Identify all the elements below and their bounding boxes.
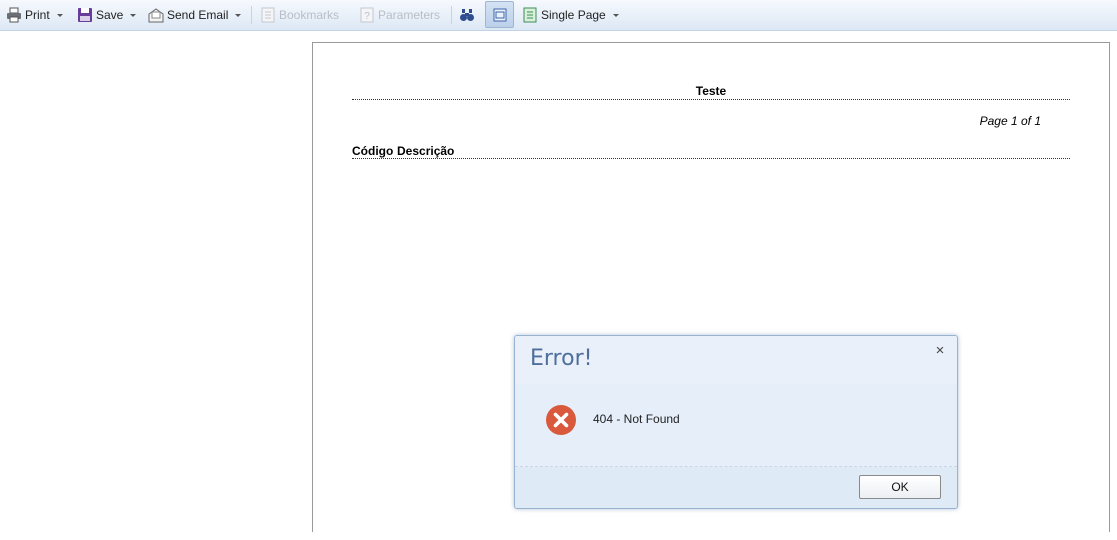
toolbar-divider: [251, 6, 252, 24]
ok-button[interactable]: OK: [859, 475, 941, 499]
parameters-icon: ?: [360, 7, 374, 23]
view-mode-dropdown[interactable]: Single Page: [522, 3, 619, 27]
print-label: Print: [25, 8, 50, 22]
column-header-descricao: Descrição: [397, 144, 455, 158]
find-button[interactable]: [459, 3, 478, 27]
parameters-label: Parameters: [378, 8, 441, 22]
find-binoculars-icon: [460, 9, 474, 21]
chevron-down-icon[interactable]: [56, 14, 63, 17]
send-email-label: Send Email: [167, 8, 229, 22]
dialog-header: Error! ×: [515, 336, 957, 384]
save-label: Save: [96, 8, 124, 22]
report-viewer-toolbar: Print Save Send Email Bookmarks ? Parame…: [0, 0, 1117, 31]
svg-text:?: ?: [364, 11, 370, 22]
printer-icon: [7, 7, 21, 23]
view-mode-label: Single Page: [541, 8, 606, 22]
column-header-codigo: Código: [352, 144, 394, 158]
dialog-body: 404 - Not Found: [515, 384, 957, 467]
chevron-down-icon[interactable]: [235, 14, 242, 17]
page-number-text: Page 1 of 1: [979, 114, 1041, 128]
close-icon[interactable]: ×: [932, 343, 948, 359]
bookmarks-icon: [261, 7, 275, 23]
bookmarks-button[interactable]: Bookmarks: [260, 3, 339, 27]
chevron-down-icon[interactable]: [130, 14, 137, 17]
dialog-title: Error!: [530, 346, 593, 371]
parameters-button[interactable]: ? Parameters: [359, 3, 440, 27]
save-disk-icon: [78, 8, 92, 22]
page-view-icon: [493, 8, 506, 21]
single-page-icon: [523, 7, 537, 23]
header-divider: [352, 158, 1070, 159]
send-email-icon: [148, 8, 164, 23]
toolbar-divider: [451, 6, 452, 24]
print-button[interactable]: Print: [6, 3, 63, 27]
save-button[interactable]: Save: [77, 3, 137, 27]
bookmarks-label: Bookmarks: [279, 8, 340, 22]
error-message: 404 - Not Found: [593, 412, 680, 426]
chevron-down-icon[interactable]: [612, 14, 619, 17]
error-x-icon: [546, 405, 576, 435]
title-divider: [352, 99, 1070, 100]
report-title: Teste: [695, 84, 727, 98]
page-view-button[interactable]: [485, 1, 514, 28]
error-dialog: Error! × 404 - Not Found OK: [514, 335, 958, 509]
send-email-button[interactable]: Send Email: [148, 3, 242, 27]
